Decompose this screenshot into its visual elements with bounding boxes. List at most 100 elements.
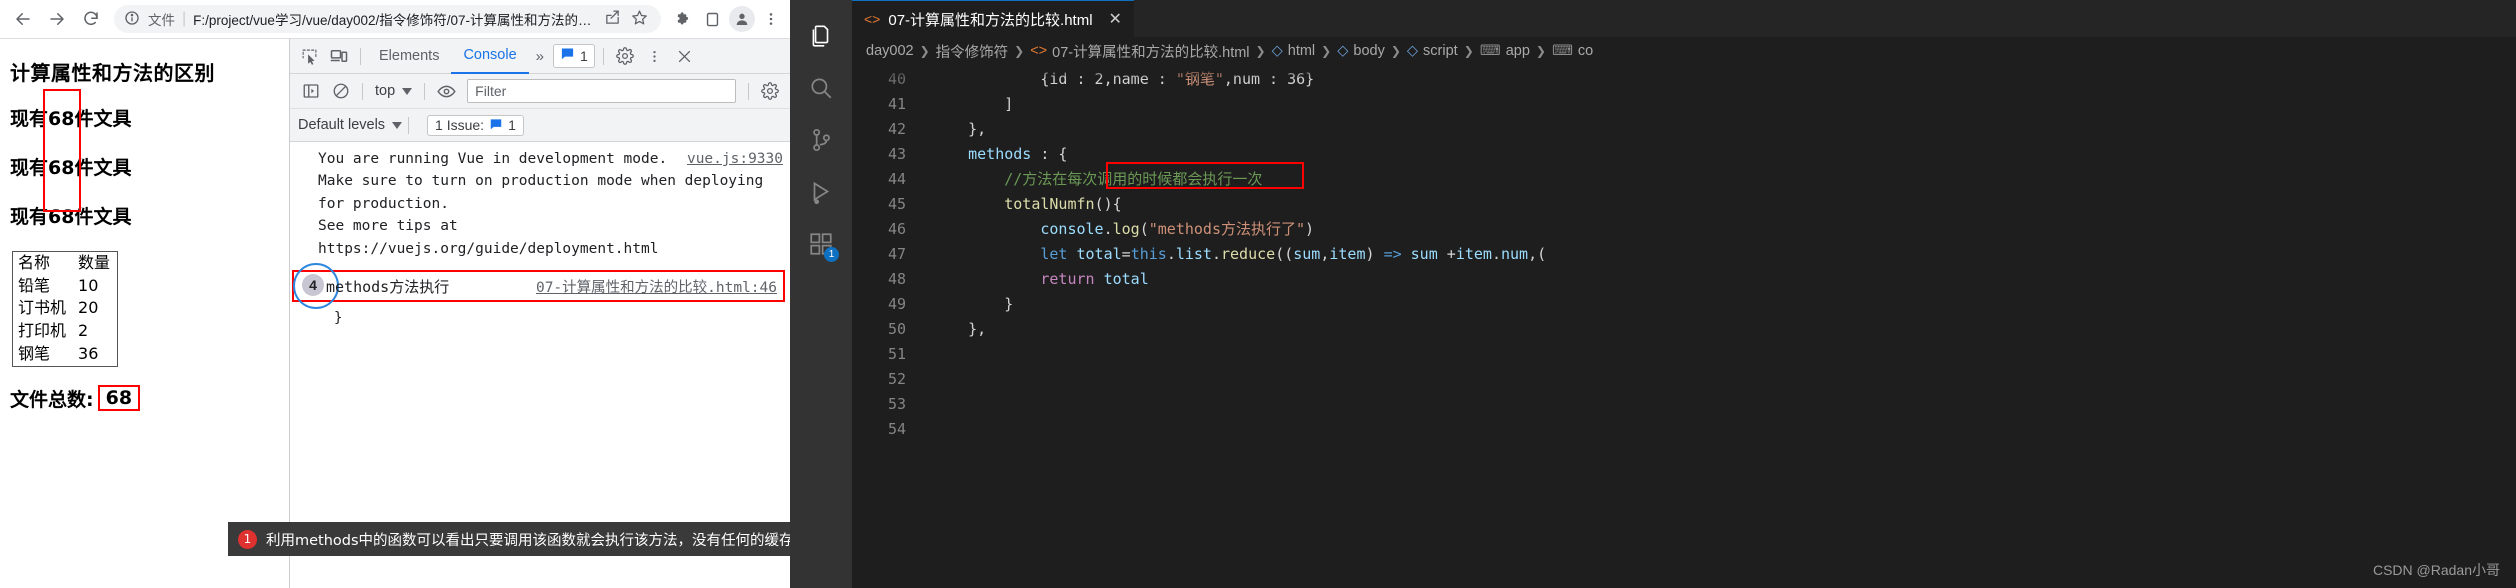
- issues-button[interactable]: 1: [553, 44, 595, 68]
- device-toolbar-icon[interactable]: [324, 43, 354, 69]
- extensions-icon[interactable]: 1: [797, 218, 845, 270]
- code-line[interactable]: {id : 2,name : "钢笔",num : 36}: [924, 67, 2516, 92]
- log-levels-select[interactable]: Default levels: [298, 117, 403, 133]
- breadcrumb-item-body[interactable]: ◇ body: [1337, 43, 1385, 59]
- table-cell-qty: 36: [78, 343, 99, 363]
- table-cell-name: 钢笔: [18, 343, 51, 363]
- console-message-source[interactable]: vue.js:9330: [687, 148, 783, 170]
- code-line[interactable]: let total=this.list.reduce((sum,item) =>…: [924, 242, 2516, 267]
- code-line[interactable]: [924, 417, 2516, 442]
- table-row: 订书机 20: [13, 297, 118, 320]
- table-row: 钢笔 36: [13, 343, 118, 366]
- issue-chip[interactable]: 1 Issue: 1: [427, 114, 524, 136]
- table-header-name: 名称: [18, 253, 51, 272]
- breadcrumb-item-app[interactable]: ⌨ app: [1480, 43, 1530, 59]
- breadcrumb-label: 07-计算属性和方法的比较.html: [1052, 44, 1250, 61]
- code-line[interactable]: },: [924, 117, 2516, 142]
- live-expression-eye-icon[interactable]: [431, 78, 461, 104]
- chevron-right-icon: ❯: [919, 44, 930, 58]
- code-line[interactable]: //方法在每次调用的时候都会执行一次: [924, 167, 2516, 192]
- code-token: =>: [1383, 245, 1402, 263]
- breadcrumb-label: html: [1287, 43, 1316, 59]
- editor-tab-active[interactable]: <> 07-计算属性和方法的比较.html ✕: [852, 0, 1134, 37]
- code-line[interactable]: [924, 367, 2516, 392]
- methods-exec-source[interactable]: 07-计算属性和方法的比较.html:46: [536, 276, 777, 297]
- breadcrumb-item-co[interactable]: ⌨ co: [1552, 43, 1593, 59]
- methods-exec-text: methods方法执行: [326, 278, 450, 297]
- execution-context-label: top: [375, 83, 396, 99]
- explorer-files-icon[interactable]: [797, 10, 845, 62]
- line-number: 52: [887, 370, 906, 388]
- inspect-element-icon[interactable]: [294, 43, 324, 69]
- chevron-right-icon: ❯: [1321, 44, 1332, 58]
- breadcrumb-item-file[interactable]: <> 07-计算属性和方法的比较.html: [1030, 41, 1249, 62]
- side-panel-icon[interactable]: [699, 6, 725, 32]
- code-token: .: [1211, 245, 1221, 263]
- code-line[interactable]: }: [924, 292, 2516, 317]
- total-row: 文件总数: 68: [10, 385, 280, 412]
- code-token: }: [932, 295, 1014, 313]
- breadcrumb-item-script[interactable]: ◇ script: [1407, 43, 1458, 59]
- filter-input[interactable]: Filter: [467, 79, 736, 103]
- gear-icon[interactable]: [610, 43, 640, 69]
- clear-console-icon[interactable]: [326, 78, 356, 104]
- vue-deploy-link[interactable]: https://vuejs.org/guide/deployment.html: [318, 241, 658, 257]
- code-token: },: [932, 120, 987, 138]
- code-line[interactable]: },: [924, 317, 2516, 342]
- code-line[interactable]: [924, 392, 2516, 417]
- star-icon[interactable]: [631, 9, 651, 29]
- close-x-icon[interactable]: ✕: [1109, 9, 1122, 29]
- code-line[interactable]: totalNumfn(){: [924, 192, 2516, 217]
- three-dots-vertical-icon[interactable]: [640, 43, 670, 69]
- code-line[interactable]: methods : {: [924, 142, 2516, 167]
- execution-context-select[interactable]: top: [369, 83, 418, 99]
- url-scheme-label: 文件: [148, 13, 175, 28]
- console-sidebar-icon[interactable]: [296, 78, 326, 104]
- breadcrumb-item-day002[interactable]: day002: [866, 43, 914, 59]
- editor-tab-bar: <> 07-计算属性和方法的比较.html ✕: [852, 0, 2516, 37]
- tab-console[interactable]: Console: [451, 39, 529, 74]
- share-icon[interactable]: [604, 9, 624, 29]
- back-arrow-icon[interactable]: [6, 2, 40, 36]
- run-debug-icon[interactable]: [797, 166, 845, 218]
- console-settings-gear-icon[interactable]: [755, 78, 785, 104]
- code-line[interactable]: return total: [924, 267, 2516, 292]
- chevron-double-right-icon[interactable]: »: [529, 48, 551, 65]
- forward-arrow-icon[interactable]: [40, 2, 74, 36]
- profile-avatar-icon[interactable]: [729, 6, 755, 32]
- screenshot-root: 文件 | F:/project/vue学习/vue/day002/指令修饰符/0…: [0, 0, 2516, 588]
- reload-icon[interactable]: [74, 2, 108, 36]
- code-editor[interactable]: 40 41 42 43 44 45 46 47 48 49 50 51 52 53 54 {id : 2,n…: [852, 65, 2516, 588]
- editor-tab-label: 07-计算属性和方法的比较.html: [888, 11, 1093, 29]
- source-control-icon[interactable]: [797, 114, 845, 166]
- code-lines[interactable]: {id : 2,name : "钢笔",num : 36} ] }, metho…: [924, 65, 2516, 588]
- close-x-icon[interactable]: [670, 43, 700, 69]
- html-file-icon: <>: [864, 11, 881, 27]
- three-dots-menu-icon[interactable]: [758, 6, 784, 32]
- breadcrumb-item-folder[interactable]: 指令修饰符: [936, 41, 1009, 62]
- breadcrumb-label: day002: [866, 43, 914, 59]
- tab-elements[interactable]: Elements: [367, 40, 451, 73]
- puzzle-icon[interactable]: [670, 6, 696, 32]
- address-bar[interactable]: 文件 | F:/project/vue学习/vue/day002/指令修饰符/0…: [114, 5, 661, 33]
- breadcrumb-item-html[interactable]: ◇ html: [1272, 43, 1316, 59]
- breadcrumb-label: co: [1577, 43, 1594, 59]
- info-circle-icon: [124, 10, 142, 28]
- code-line[interactable]: ]: [924, 92, 2516, 117]
- code-token: },: [932, 320, 987, 338]
- issues-message-icon: [560, 46, 575, 66]
- search-icon[interactable]: [797, 62, 845, 114]
- code-line[interactable]: [924, 342, 2516, 367]
- code-token: item: [1455, 245, 1492, 263]
- code-token: num: [1500, 245, 1529, 263]
- table-cell-name: 订书机: [18, 298, 67, 318]
- line-number-gutter: 40 41 42 43 44 45 46 47 48 49 50 51 52 53 54: [852, 65, 924, 588]
- filterbar-divider: [362, 82, 363, 100]
- line-number: 45: [887, 195, 906, 213]
- log-levels-label: Default levels: [298, 117, 386, 133]
- code-line[interactable]: console.log("methods方法执行了"): [924, 217, 2516, 242]
- issue-chip-count: 1: [508, 117, 516, 133]
